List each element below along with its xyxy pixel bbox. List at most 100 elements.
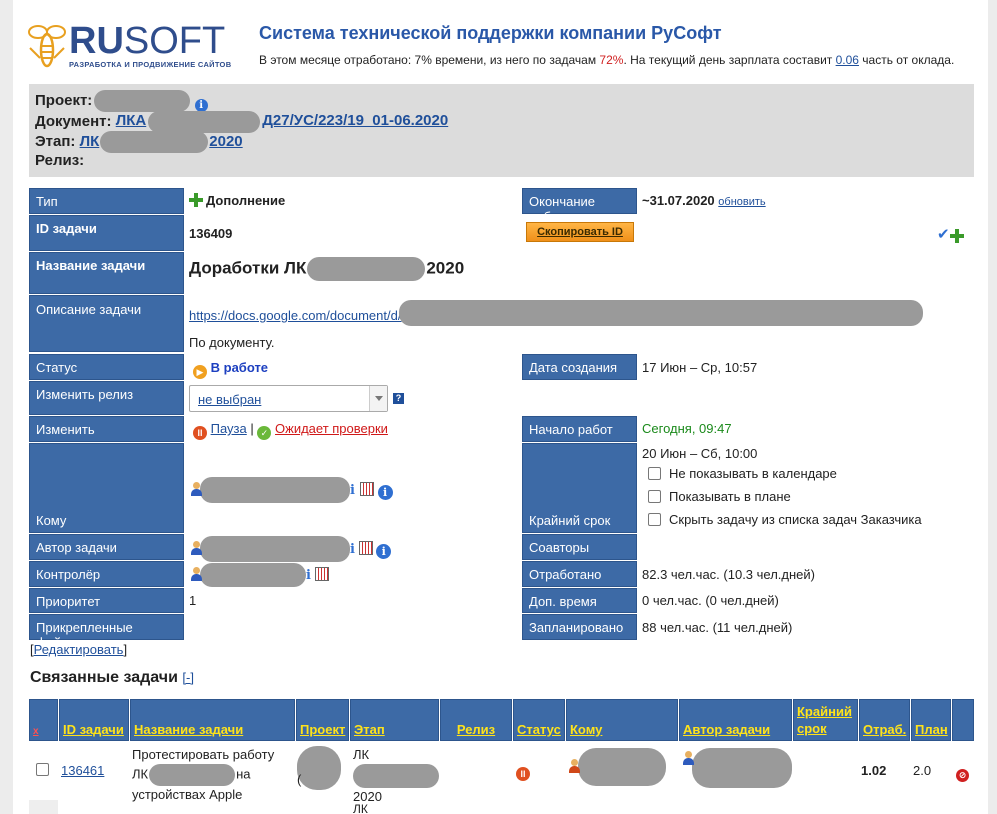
site-title: Система технической поддержки компании Р… [259, 23, 722, 43]
col-plan[interactable]: План [911, 699, 951, 741]
user-icon [191, 567, 202, 582]
redacted-row-stage [353, 763, 439, 788]
col-id[interactable]: ID задачи [59, 699, 129, 741]
logo-wordmark: RUSOFT [69, 20, 225, 63]
description-value: https://docs.google.com/document/d/ [189, 300, 924, 326]
description-text: По документу. [189, 335, 275, 350]
release-label: Релиз: [35, 151, 85, 169]
stats-line: В этом месяце отработано: 7% времени, из… [259, 53, 954, 67]
col-release[interactable]: Релиз [440, 699, 512, 741]
priority-label: Приоритет [29, 588, 184, 613]
deadline-label: Крайний срок [522, 443, 637, 533]
author-label: Автор задачи [29, 534, 184, 560]
row-remove-icon[interactable]: ⊘ [956, 763, 969, 782]
checkbox[interactable] [648, 513, 661, 526]
user-icon [683, 751, 694, 766]
pause-link[interactable]: Пауза [211, 421, 247, 436]
edit-link-wrap: [Редактировать] [30, 642, 127, 657]
end-date-label: Окончание работ [522, 188, 637, 224]
col-project[interactable]: Проект [296, 699, 349, 741]
status-value: ▶ В работе [193, 360, 268, 379]
row-status: ll [516, 762, 530, 781]
document-label: Документ: [35, 112, 112, 130]
row-id[interactable]: 136461 [61, 763, 104, 778]
checkbox[interactable] [648, 490, 661, 503]
related-tasks-title-text: Связанные задачи [30, 669, 178, 686]
end-date-value: ~31.07.2020 обновить [642, 193, 766, 208]
col-stage[interactable]: Этап [350, 699, 439, 741]
change-release-label: Изменить релиз [29, 381, 184, 415]
pause-icon: ll [516, 767, 530, 781]
info-circle-icon[interactable]: i [376, 544, 392, 560]
info-circle-icon[interactable]: i [377, 485, 393, 501]
col-select[interactable]: x [29, 699, 58, 741]
col-name[interactable]: Название задачи [130, 699, 295, 741]
redacted-task-name [307, 257, 426, 281]
row-name: Протестировать работу ЛК на устройствах A… [132, 746, 274, 803]
stage-link[interactable]: ЛК 2020 [80, 131, 243, 153]
redacted-row-name [149, 763, 236, 786]
option-no-calendar[interactable]: Не показывать в календаре [648, 466, 837, 481]
option-no-calendar-text: Не показывать в календаре [669, 466, 837, 481]
info-icon[interactable]: i [306, 568, 311, 583]
redacted-row-author [692, 748, 792, 788]
col-author[interactable]: Автор задачи [679, 699, 792, 741]
row-id-link[interactable]: 136461 [61, 763, 104, 778]
row-checkbox[interactable] [36, 762, 57, 777]
edit-link[interactable]: Редактировать [34, 642, 124, 657]
project-label: Проект: [35, 91, 93, 109]
col-worked[interactable]: Отраб. [859, 699, 910, 741]
description-doc-link[interactable]: https://docs.google.com/document/d/ [189, 308, 401, 323]
option-hide-text: Скрыть задачу из списка задач Заказчика [669, 512, 922, 527]
await-review-link[interactable]: Ожидает проверки [275, 421, 388, 436]
redacted-stage [100, 131, 209, 153]
task-id-value: 136409 [189, 226, 233, 241]
stage-label: Этап: [35, 132, 76, 150]
option-show-plan[interactable]: Показывать в плане [648, 489, 791, 504]
start-label: Начало работ [522, 416, 637, 442]
calendar-icon[interactable] [359, 482, 374, 497]
col-deadline[interactable]: Крайний срок [793, 699, 858, 741]
page: RUSOFT РАЗРАБОТКА И ПРОДВИЖЕНИЕ САЙТОВ С… [13, 0, 988, 814]
coauthors-label: Соавторы [522, 534, 637, 560]
calendar-icon[interactable] [314, 567, 329, 582]
deadline-label-text: Крайний срок [529, 513, 611, 528]
checkbox[interactable] [36, 763, 49, 776]
calendar-icon[interactable] [358, 541, 373, 556]
stats-task-percent: 72% [599, 53, 624, 67]
play-icon: ▶ [193, 365, 207, 379]
related-tasks-toggle[interactable]: [-] [182, 670, 194, 685]
col-assignee[interactable]: Кому [566, 699, 678, 741]
type-value: Дополнение [189, 193, 285, 208]
info-icon[interactable]: i [350, 483, 355, 498]
worked-label: Отработано [522, 561, 637, 587]
stage-row: Этап: ЛК 2020 [35, 131, 974, 153]
copy-id-button[interactable]: Скопировать ID [526, 222, 634, 242]
project-box: Проект: i Документ: ЛКА Д27/УС/223/19_01-… [29, 84, 974, 177]
change-actions: ll Пауза | ✓ Ожидает проверки [193, 421, 388, 440]
col-status[interactable]: Статус [513, 699, 565, 741]
checkmark-icon[interactable]: ✔ [937, 226, 950, 243]
task-name-end: 2020 [426, 258, 465, 278]
option-hide-from-client[interactable]: Скрыть задачу из списка задач Заказчика [648, 512, 922, 527]
user-icon [569, 759, 580, 774]
redacted-doc-url [399, 300, 924, 326]
rusoft-logo[interactable]: RUSOFT РАЗРАБОТКА И ПРОДВИЖЕНИЕ САЙТОВ [27, 18, 237, 74]
pause-icon: ll [193, 426, 207, 440]
add-icon[interactable] [949, 229, 964, 243]
controller-label: Контролёр [29, 561, 184, 587]
task-actions: ✔ [937, 225, 965, 243]
salary-fraction-link[interactable]: 0.06 [836, 53, 859, 67]
end-date-update-link[interactable]: обновить [718, 196, 765, 208]
release-select[interactable]: не выбран [189, 385, 388, 412]
document-link[interactable]: ЛКА Д27/УС/223/19_01-06.2020 [116, 110, 448, 133]
info-icon[interactable]: i [350, 542, 355, 557]
checkbox[interactable] [648, 467, 661, 480]
row-name-line1: Протестировать работу [132, 747, 275, 762]
plus-icon [189, 193, 203, 207]
row-name-line3: устройствах Apple [132, 786, 243, 802]
assignee-label: Кому [29, 443, 184, 533]
redacted-author [200, 536, 350, 562]
redacted-row-project [297, 746, 341, 790]
help-icon[interactable]: ? [393, 389, 404, 404]
